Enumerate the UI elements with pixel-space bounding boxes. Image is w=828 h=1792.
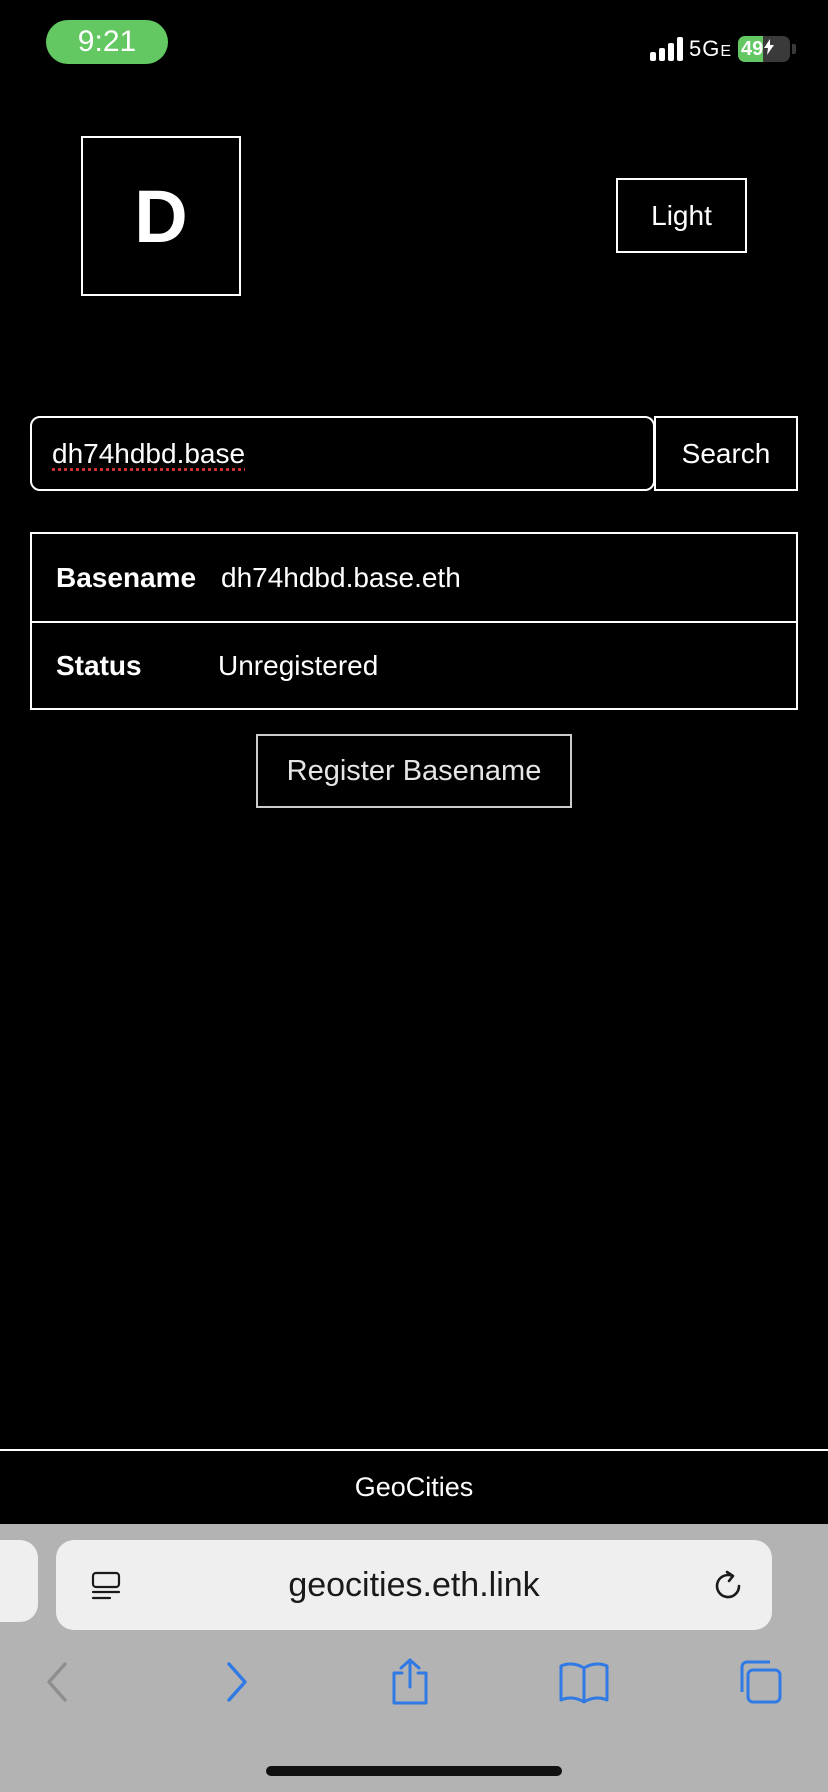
battery-icon: 49 xyxy=(738,36,790,62)
browser-toolbar xyxy=(0,1652,828,1716)
status-time: 9:21 xyxy=(46,20,168,64)
status-label: Status xyxy=(56,649,142,681)
tabs-icon[interactable] xyxy=(734,1652,786,1712)
forward-icon[interactable] xyxy=(210,1652,262,1712)
browser-chrome: geocities.eth.link xyxy=(0,1524,828,1792)
result-table: Basename dh74hdbd.base.eth Status Unregi… xyxy=(30,532,798,710)
site-logo[interactable]: D xyxy=(81,136,241,296)
url-text: geocities.eth.link xyxy=(288,1565,540,1604)
bookmarks-icon[interactable] xyxy=(558,1652,610,1712)
charging-bolt-icon xyxy=(764,38,775,61)
previous-tab-preview[interactable] xyxy=(0,1540,38,1622)
table-row: Basename dh74hdbd.base.eth xyxy=(32,534,796,621)
status-indicators: 5GE 49 xyxy=(649,34,796,64)
page-footer: GeoCities xyxy=(0,1449,828,1524)
theme-toggle-button[interactable]: Light xyxy=(616,178,747,253)
home-indicator xyxy=(266,1766,562,1776)
reader-mode-icon[interactable] xyxy=(90,1570,122,1602)
basename-value: dh74hdbd.base.eth xyxy=(221,561,461,593)
network-type: 5GE xyxy=(688,36,732,61)
battery-nub xyxy=(792,44,796,54)
battery-level: 49 xyxy=(741,37,764,60)
register-basename-button[interactable]: Register Basename xyxy=(256,734,572,808)
cellular-signal-icon xyxy=(649,37,683,61)
footer-text: GeoCities xyxy=(354,1472,474,1502)
status-value: Unregistered xyxy=(218,649,379,681)
basename-search-input[interactable]: dh74hdbd.base xyxy=(30,416,655,491)
table-row: Status Unregistered xyxy=(32,621,796,708)
search-input-value: dh74hdbd.base xyxy=(52,437,246,469)
back-icon[interactable] xyxy=(32,1652,84,1712)
search-button[interactable]: Search xyxy=(654,416,798,491)
share-icon[interactable] xyxy=(384,1652,436,1712)
address-bar[interactable]: geocities.eth.link xyxy=(56,1540,772,1630)
reload-icon[interactable] xyxy=(710,1568,746,1604)
basename-label: Basename xyxy=(56,561,197,593)
